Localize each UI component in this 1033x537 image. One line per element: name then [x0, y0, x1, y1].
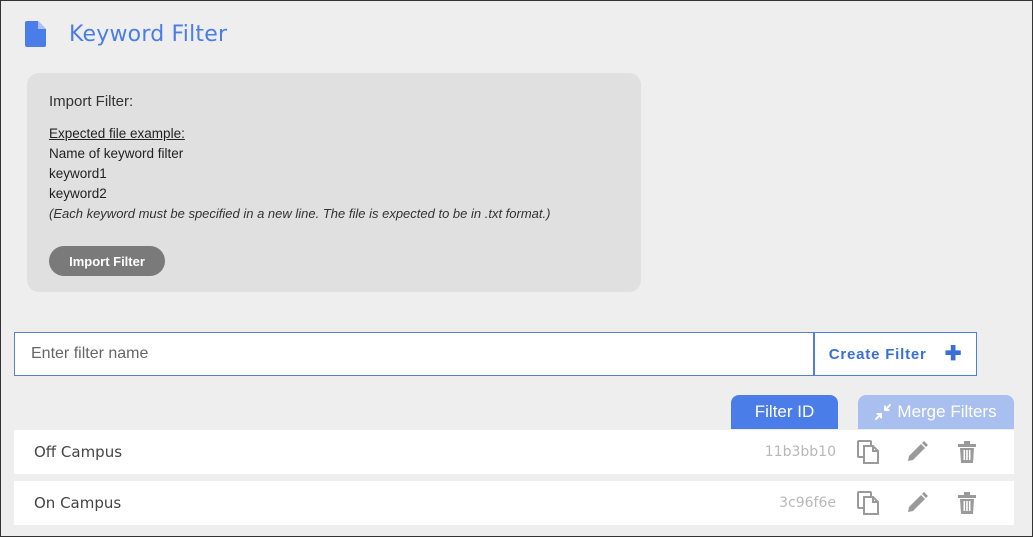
- trash-icon[interactable]: [954, 439, 980, 465]
- copy-icon[interactable]: [855, 439, 881, 465]
- merge-filters-label: Merge Filters: [897, 402, 997, 421]
- plus-icon: ✚: [944, 343, 963, 365]
- tab-filter-id[interactable]: Filter ID: [731, 395, 838, 429]
- example-line: keyword2: [49, 186, 107, 201]
- create-filter-label: Create Filter: [828, 345, 927, 363]
- import-note: (Each keyword must be specified in a new…: [49, 206, 551, 221]
- filter-id: 11b3bb10: [764, 444, 836, 460]
- filter-row[interactable]: Off Campus 11b3bb10: [14, 430, 1014, 474]
- import-filter-button[interactable]: Import Filter: [49, 246, 165, 276]
- create-filter-button[interactable]: Create Filter ✚: [814, 332, 977, 376]
- filter-row[interactable]: On Campus 3c96f6e: [14, 481, 1014, 525]
- filter-name-input[interactable]: [14, 332, 814, 376]
- page-title: Keyword Filter: [69, 21, 228, 47]
- import-filter-panel: Import Filter: Expected file example: Na…: [27, 73, 641, 292]
- filter-id: 3c96f6e: [779, 495, 836, 511]
- pencil-icon[interactable]: [904, 439, 930, 465]
- page-header: Keyword Filter: [25, 21, 227, 47]
- compress-arrows-icon: [875, 404, 892, 420]
- filter-name: Off Campus: [34, 443, 123, 461]
- trash-icon[interactable]: [954, 490, 980, 516]
- example-line: Name of keyword filter: [49, 146, 184, 161]
- app-frame: Keyword Filter Import Filter: Expected f…: [0, 0, 1033, 537]
- copy-icon[interactable]: [855, 490, 881, 516]
- example-line: keyword1: [49, 166, 107, 181]
- filter-name: On Campus: [34, 494, 122, 512]
- pencil-icon[interactable]: [904, 490, 930, 516]
- import-heading: Import Filter:: [49, 93, 134, 110]
- merge-filters-button[interactable]: Merge Filters: [858, 395, 1014, 429]
- example-label: Expected file example:: [49, 126, 185, 141]
- document-icon: [25, 21, 46, 47]
